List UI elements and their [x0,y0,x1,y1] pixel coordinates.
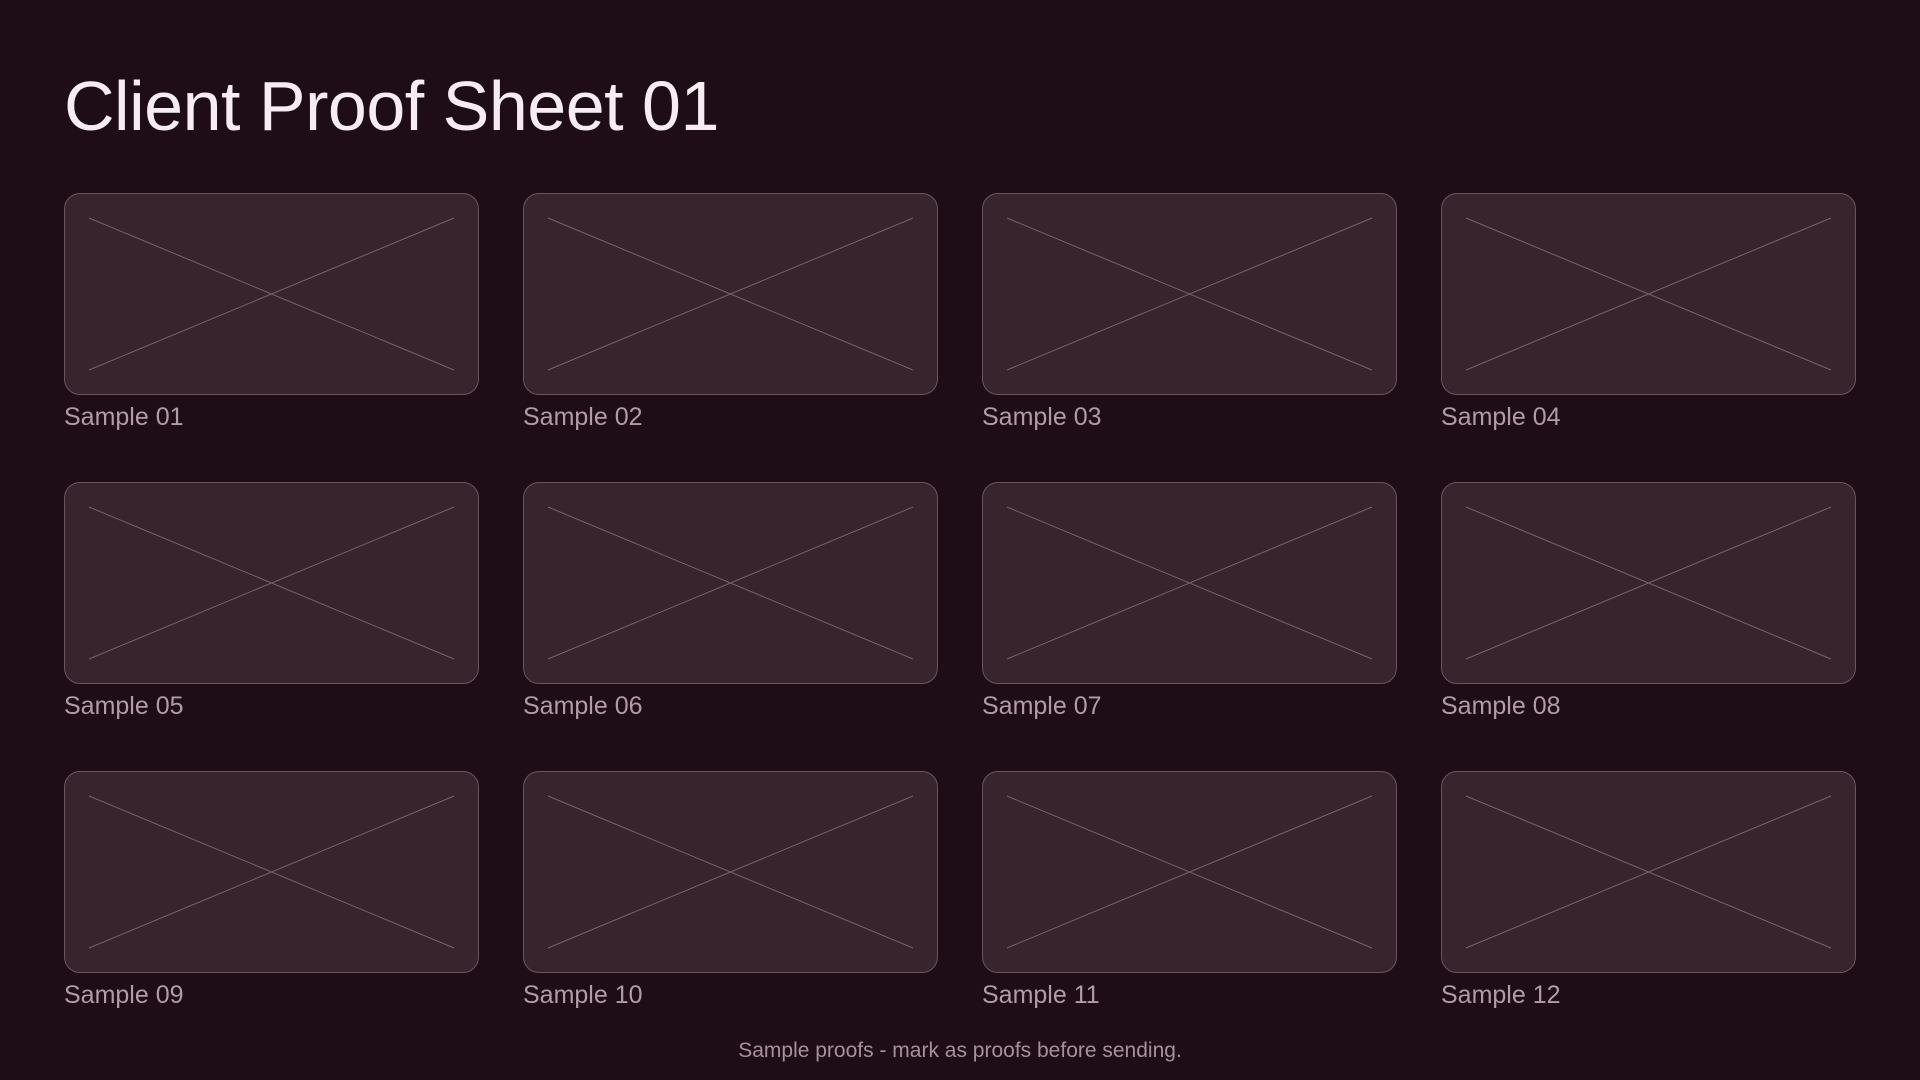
sample-grid: Sample 01 Sample 02 Sample 03 Sample 04 … [64,193,1856,1010]
sample-card[interactable]: Sample 04 [1441,193,1856,432]
sample-card[interactable]: Sample 05 [64,482,479,721]
sample-label: Sample 09 [64,981,184,1009]
sample-card[interactable]: Sample 01 [64,193,479,432]
sample-thumbnail[interactable] [982,771,1397,973]
sample-card[interactable]: Sample 12 [1441,771,1856,1010]
sample-card[interactable]: Sample 11 [982,771,1397,1010]
sample-label: Sample 07 [982,692,1102,720]
image-placeholder-cross-icon [1006,217,1373,371]
proof-sheet-page: Client Proof Sheet 01 Sample 01 Sample 0… [0,0,1920,1080]
sample-label: Sample 02 [523,403,643,431]
sample-label: Sample 10 [523,981,643,1009]
image-placeholder-cross-icon [547,217,914,371]
sample-label: Sample 06 [523,692,643,720]
sample-card[interactable]: Sample 02 [523,193,938,432]
image-placeholder-cross-icon [1465,506,1832,660]
image-placeholder-cross-icon [1465,217,1832,371]
sample-thumbnail[interactable] [1441,771,1856,973]
sample-card[interactable]: Sample 03 [982,193,1397,432]
sample-label: Sample 08 [1441,692,1561,720]
sample-thumbnail[interactable] [523,193,938,395]
sample-thumbnail[interactable] [64,193,479,395]
sample-card[interactable]: Sample 09 [64,771,479,1010]
sample-card[interactable]: Sample 06 [523,482,938,721]
image-placeholder-cross-icon [1006,795,1373,949]
image-placeholder-cross-icon [1465,795,1832,949]
sample-thumbnail[interactable] [1441,193,1856,395]
sample-label: Sample 01 [64,403,184,431]
image-placeholder-cross-icon [88,217,455,371]
sample-thumbnail[interactable] [64,771,479,973]
sample-label: Sample 03 [982,403,1102,431]
sample-card[interactable]: Sample 08 [1441,482,1856,721]
page-title: Client Proof Sheet 01 [64,67,719,145]
footer-note: Sample proofs - mark as proofs before se… [738,1039,1182,1062]
sample-label: Sample 11 [982,981,1100,1009]
image-placeholder-cross-icon [1006,506,1373,660]
sample-thumbnail[interactable] [523,482,938,684]
image-placeholder-cross-icon [88,506,455,660]
sample-thumbnail[interactable] [64,482,479,684]
sample-thumbnail[interactable] [1441,482,1856,684]
sample-card[interactable]: Sample 10 [523,771,938,1010]
image-placeholder-cross-icon [547,795,914,949]
sample-label: Sample 04 [1441,403,1561,431]
sample-thumbnail[interactable] [982,193,1397,395]
sample-thumbnail[interactable] [982,482,1397,684]
sample-thumbnail[interactable] [523,771,938,973]
image-placeholder-cross-icon [547,506,914,660]
sample-card[interactable]: Sample 07 [982,482,1397,721]
image-placeholder-cross-icon [88,795,455,949]
sample-label: Sample 12 [1441,981,1561,1009]
sample-label: Sample 05 [64,692,184,720]
